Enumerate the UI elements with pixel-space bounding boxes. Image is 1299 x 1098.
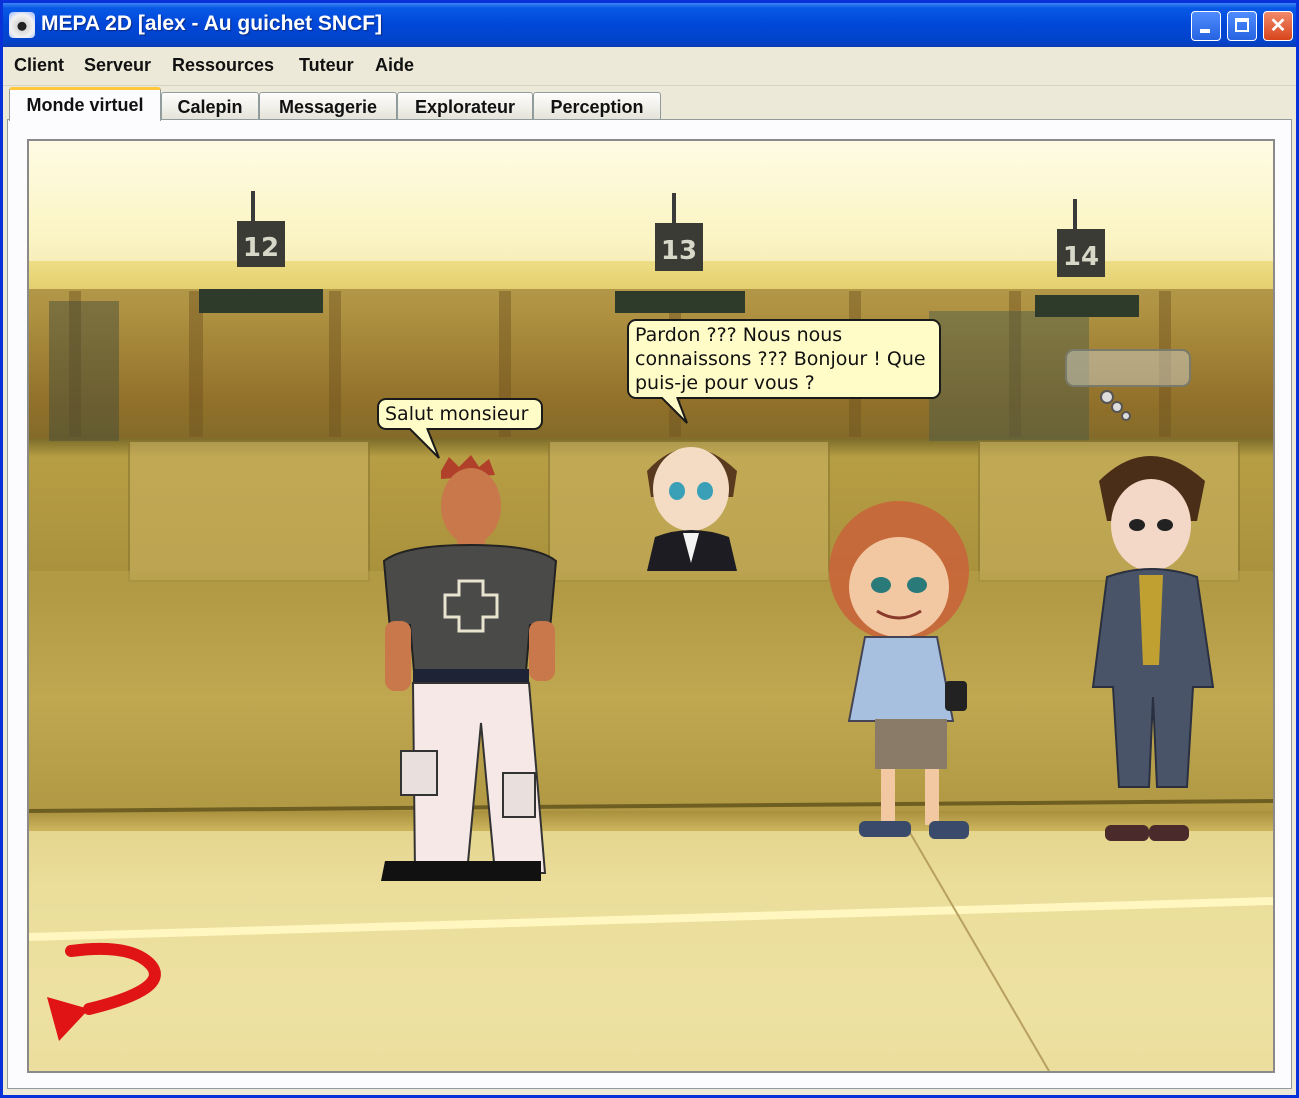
tab-strip: Monde virtuel Calepin Messagerie Explora… [3, 85, 1296, 121]
menu-tuteur[interactable]: Tuteur [299, 55, 354, 76]
close-icon: ✕ [1269, 15, 1287, 37]
thought-bubble-dots [1100, 390, 1131, 421]
speech-text-alex: Salut monsieur [385, 403, 529, 425]
counter-14-label: 14 [1063, 242, 1099, 272]
maximize-icon [1235, 18, 1249, 32]
speech-bubble-clerk: Pardon ??? Nous nous connaissons ??? Bon… [627, 319, 941, 424]
bubble-tail [408, 428, 440, 459]
tab-messagerie[interactable]: Messagerie [259, 92, 397, 120]
tab-explorateur[interactable]: Explorateur [397, 92, 533, 120]
avatar-clerk[interactable] [647, 447, 737, 571]
title-bar[interactable]: MEPA 2D [alex - Au guichet SNCF] ✕ [3, 3, 1296, 47]
menu-client[interactable]: Client [14, 55, 64, 76]
speech-text-clerk-line2: connaissons ??? Bonjour ! Que [635, 348, 926, 370]
virtual-world-scene[interactable]: 12 13 14 Salut monsieur Pardon ??? Nous … [27, 139, 1275, 1073]
window-title: MEPA 2D [alex - Au guichet SNCF] [41, 12, 383, 35]
station-backdrop: 12 13 14 [29, 141, 1273, 1071]
menu-bar: Client Serveur Ressources Tuteur Aide [3, 47, 1296, 86]
speech-text-clerk-line3: puis-je pour vous ? [635, 372, 815, 394]
minimize-button[interactable] [1191, 11, 1221, 41]
maximize-button[interactable] [1227, 11, 1257, 41]
menu-serveur[interactable]: Serveur [84, 55, 151, 76]
tab-monde-virtuel[interactable]: Monde virtuel [9, 87, 161, 121]
tab-perception[interactable]: Perception [533, 92, 661, 120]
bubble-tail [660, 397, 688, 424]
tab-calepin[interactable]: Calepin [161, 92, 259, 120]
counter-12-label: 12 [243, 233, 279, 263]
app-eye-icon[interactable] [9, 12, 35, 38]
thought-bubble [1065, 349, 1191, 387]
speech-bubble-alex: Salut monsieur [377, 398, 543, 459]
menu-aide[interactable]: Aide [375, 55, 414, 76]
menu-ressources[interactable]: Ressources [172, 55, 274, 76]
counter-13-label: 13 [661, 236, 697, 266]
close-button[interactable]: ✕ [1263, 11, 1293, 41]
app-window: MEPA 2D [alex - Au guichet SNCF] ✕ Clien… [0, 0, 1299, 1098]
speech-text-clerk-line1: Pardon ??? Nous nous [635, 324, 843, 346]
minimize-icon [1200, 29, 1210, 33]
avatar-alex[interactable] [381, 455, 558, 881]
